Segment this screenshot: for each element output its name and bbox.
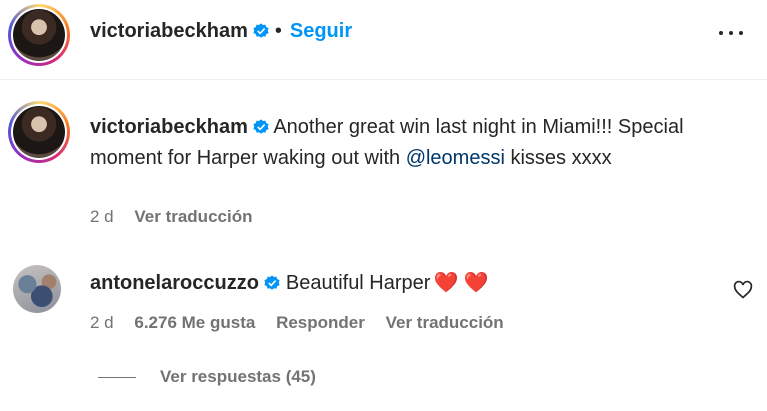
caption-username[interactable]: victoriabeckham [90,116,248,138]
follow-button[interactable]: Seguir [290,20,352,42]
view-replies-button[interactable]: Ver respuestas (45) [98,367,316,387]
replies-divider [98,377,136,379]
comment-body: antonelaroccuzzo Beautiful Harper ❤️ ❤️ [90,270,489,296]
comment-likes-link[interactable]: 6.276 Me gusta [134,313,255,332]
verified-badge-icon [253,23,269,38]
heart-outline-icon[interactable] [733,280,753,300]
post-caption: victoriabeckham Another great win last n… [90,112,730,174]
header-username[interactable]: victoriabeckham [90,20,248,42]
comment-time: 2 d [90,313,114,332]
verified-badge-icon [264,275,280,290]
comment-username[interactable]: antonelaroccuzzo [90,272,259,294]
caption-avatar[interactable] [8,101,70,163]
caption-translate-link[interactable]: Ver traducción [134,207,252,226]
header-user-row: victoriabeckham • Seguir [90,20,352,43]
caption-time: 2 d [90,207,114,226]
caption-text-end: kisses xxxx [504,147,612,169]
view-replies-label: Ver respuestas (45) [160,367,316,386]
comment-translate-link[interactable]: Ver traducción [386,313,504,332]
caption-meta: 2 d Ver traducción [90,207,268,227]
verified-badge-icon [253,119,269,134]
reply-button[interactable]: Responder [276,313,365,332]
comment-meta: 2 d 6.276 Me gusta Responder Ver traducc… [90,313,520,333]
heart-emoji: ❤️ ❤️ [433,272,489,294]
more-horizontal-icon[interactable] [717,23,747,43]
mention-link[interactable]: @leomessi [406,147,505,169]
header-avatar[interactable] [8,4,70,66]
separator-dot: • [274,20,282,42]
post-header: victoriabeckham • Seguir [0,0,767,80]
comment-avatar[interactable] [13,265,61,313]
comment-text: Beautiful Harper [285,272,431,294]
